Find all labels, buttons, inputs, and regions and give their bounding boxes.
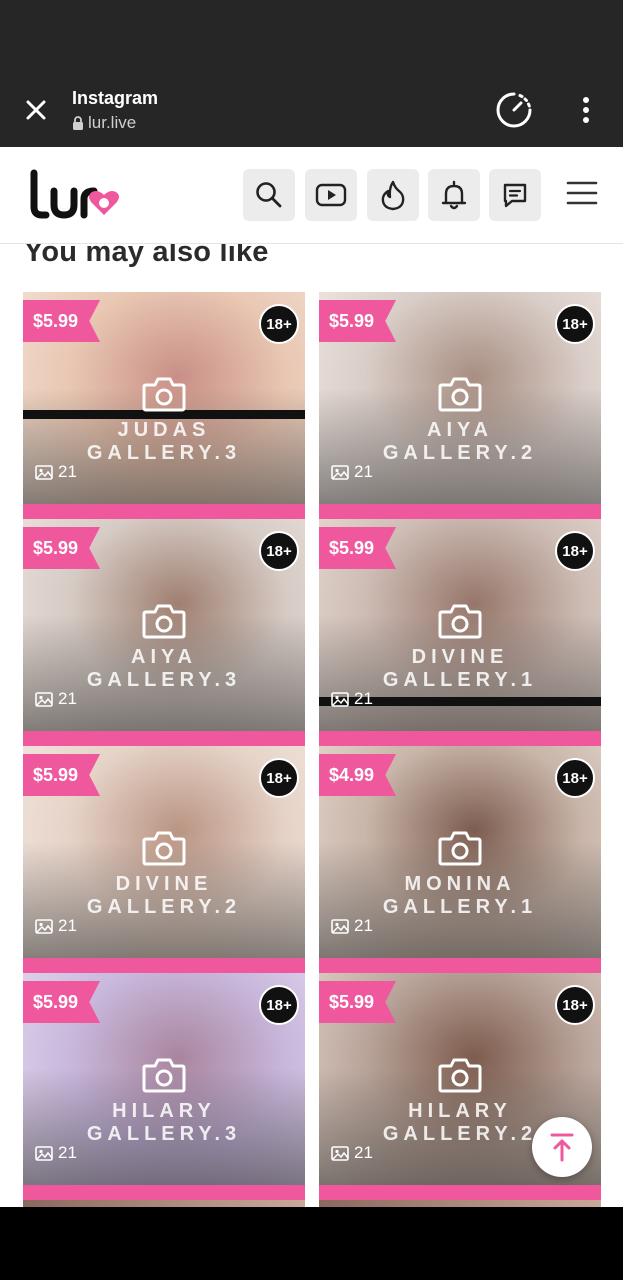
age-badge: 18+ [555, 985, 595, 1025]
gallery-model-name: HILARY [112, 1100, 216, 1122]
camera-icon [142, 604, 186, 639]
section-title: You may also like [24, 244, 269, 268]
camera-icon [142, 831, 186, 866]
gallery-model-name: DIVINE [411, 646, 509, 668]
gallery-card[interactable]: $5.99 18+ DIVINE GALLERY.2 21 [23, 746, 305, 973]
price-tag: $5.99 [23, 527, 101, 569]
trending-button[interactable] [367, 169, 419, 221]
messages-button[interactable] [489, 169, 541, 221]
image-icon [35, 1145, 53, 1161]
timer-icon[interactable] [494, 90, 534, 130]
gallery-card[interactable]: $4.99 18+ MONINA GALLERY.1 21 [319, 746, 601, 973]
card-footer-bar [23, 958, 305, 973]
photo-count: 21 [331, 916, 373, 936]
bell-icon [441, 180, 467, 210]
price-tag: $5.99 [23, 754, 101, 796]
photo-count-value: 21 [354, 916, 373, 935]
camera-icon [438, 831, 482, 866]
photo-count: 21 [35, 916, 77, 936]
image-icon [35, 464, 53, 480]
image-icon [35, 918, 53, 934]
video-icon [315, 183, 347, 207]
gallery-card-partial[interactable] [23, 1200, 305, 1207]
gallery-card[interactable]: $5.99 18+ JUDAS GALLERY.3 21 [23, 292, 305, 519]
gallery-model-name: AIYA [427, 419, 493, 441]
gallery-model-name: JUDAS [117, 419, 211, 441]
photo-count: 21 [35, 1143, 77, 1163]
in-app-browser-bar: Instagram lur.live [0, 0, 623, 147]
price-tag: $5.99 [319, 300, 397, 342]
card-footer-bar [23, 504, 305, 519]
age-badge: 18+ [259, 758, 299, 798]
photo-count: 21 [331, 1143, 373, 1163]
notifications-button[interactable] [428, 169, 480, 221]
age-badge: 18+ [259, 304, 299, 344]
price-tag: $5.99 [319, 981, 397, 1023]
photo-count-value: 21 [354, 1143, 373, 1162]
app-title: Instagram [72, 88, 159, 108]
photo-count: 21 [35, 689, 77, 709]
price-tag: $5.99 [319, 527, 397, 569]
price-tag: $4.99 [319, 754, 397, 796]
card-footer-bar [319, 1185, 601, 1200]
age-badge: 18+ [259, 531, 299, 571]
photo-count: 21 [331, 689, 373, 709]
price-tag: $5.99 [23, 300, 101, 342]
age-badge: 18+ [259, 985, 299, 1025]
camera-icon [438, 1058, 482, 1093]
camera-icon [142, 1058, 186, 1093]
gallery-card[interactable]: $5.99 18+ HILARY GALLERY.3 21 [23, 973, 305, 1200]
lock-icon [73, 116, 83, 130]
age-badge: 18+ [555, 758, 595, 798]
photo-count: 21 [35, 462, 77, 482]
image-icon [331, 1145, 349, 1161]
main-content: You may also like $5.99 18+ JUDAS GALLER… [0, 244, 623, 1207]
fire-icon [381, 180, 405, 211]
system-nav-area [0, 1207, 623, 1280]
close-icon[interactable] [20, 94, 52, 126]
camera-icon [438, 604, 482, 639]
photo-count-value: 21 [354, 689, 373, 708]
card-footer-bar [23, 1185, 305, 1200]
videos-button[interactable] [305, 169, 357, 221]
card-footer-bar [23, 731, 305, 746]
age-badge: 18+ [555, 531, 595, 571]
camera-icon [142, 377, 186, 412]
gallery-card-partial[interactable] [319, 1200, 601, 1207]
card-footer-bar [319, 504, 601, 519]
menu-icon[interactable] [565, 177, 599, 209]
url-row: lur.live [72, 113, 158, 133]
gallery-model-name: MONINA [404, 873, 516, 895]
gallery-model-name: AIYA [131, 646, 197, 668]
more-options-icon[interactable] [574, 94, 598, 126]
gallery-card[interactable]: $5.99 18+ DIVINE GALLERY.1 21 [319, 519, 601, 746]
site-header [0, 147, 623, 244]
photo-count-value: 21 [58, 689, 77, 708]
image-icon [331, 691, 349, 707]
age-badge: 18+ [555, 304, 595, 344]
chat-icon [503, 183, 527, 208]
photo-count: 21 [331, 462, 373, 482]
photo-count-value: 21 [58, 916, 77, 935]
photo-count-value: 21 [58, 1143, 77, 1162]
search-button[interactable] [243, 169, 295, 221]
lur-logo[interactable] [28, 169, 124, 221]
photo-count-value: 21 [354, 462, 373, 481]
gallery-model-name: DIVINE [115, 873, 213, 895]
scroll-to-top-button[interactable] [532, 1117, 592, 1177]
gallery-card[interactable]: $5.99 18+ AIYA GALLERY.3 21 [23, 519, 305, 746]
photo-count-value: 21 [58, 462, 77, 481]
camera-icon [438, 377, 482, 412]
search-icon [256, 182, 282, 208]
card-footer-bar [319, 958, 601, 973]
image-icon [331, 918, 349, 934]
gallery-card[interactable]: $5.99 18+ AIYA GALLERY.2 21 [319, 292, 601, 519]
price-tag: $5.99 [23, 981, 101, 1023]
arrow-up-icon [550, 1133, 574, 1162]
browser-titles: Instagram lur.live [72, 88, 158, 133]
image-icon [331, 464, 349, 480]
url-text: lur.live [88, 113, 137, 132]
image-icon [35, 691, 53, 707]
card-footer-bar [319, 731, 601, 746]
